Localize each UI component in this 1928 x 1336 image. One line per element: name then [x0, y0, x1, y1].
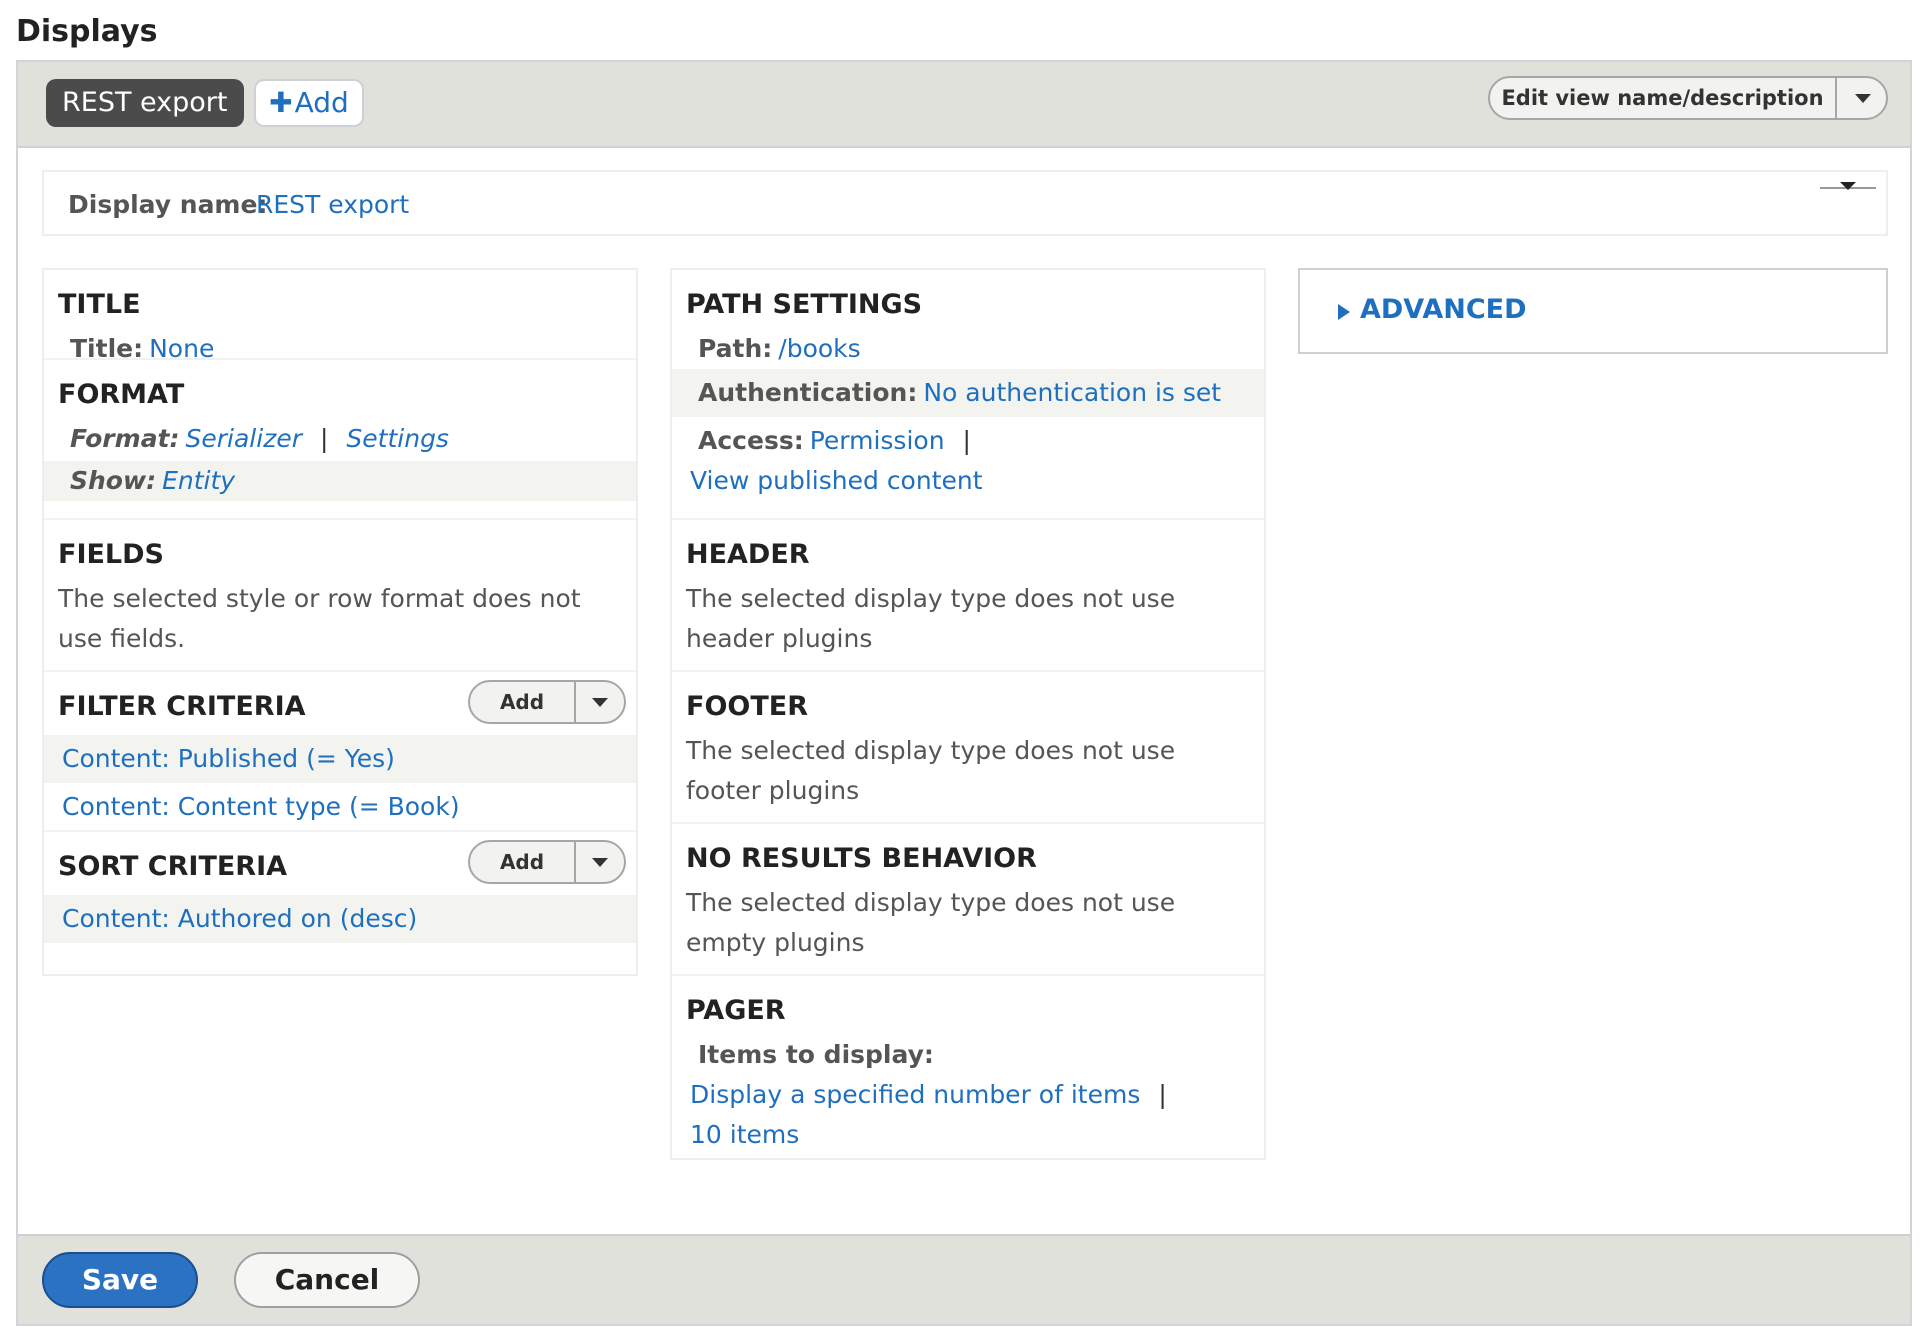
section-header: HEADER The selected display type does no…: [672, 520, 1264, 672]
section-filter-criteria: FILTER CRITERIA Add Content: Published (…: [44, 672, 636, 832]
footer-text: The selected display type does not use f…: [686, 736, 1176, 805]
section-title: TITLE Title: None: [44, 270, 636, 363]
filter-item[interactable]: Content: Published (= Yes): [44, 735, 636, 783]
show-label: Show:: [70, 466, 157, 495]
access-separator: |: [962, 426, 971, 455]
displays-frame: REST export ✚Add Edit view name/descript…: [16, 60, 1912, 1326]
title-value-link[interactable]: None: [149, 334, 214, 363]
dropbutton-divider: [1835, 78, 1837, 118]
add-display-button[interactable]: ✚Add: [254, 79, 364, 127]
show-entity-link[interactable]: Entity: [162, 466, 235, 495]
pager-count-row: 10 items: [672, 1115, 1264, 1155]
section-pager: PAGER Items to display: Display a specif…: [672, 976, 1264, 1162]
section-footer: FOOTER The selected display type does no…: [672, 672, 1264, 824]
access-extra-row: View published content: [672, 461, 1264, 501]
section-title-heading: TITLE: [58, 289, 141, 320]
title-label: Title:: [70, 334, 144, 363]
add-display-label: Add: [294, 86, 349, 119]
tab-rest-export[interactable]: REST export: [46, 79, 244, 127]
cancel-button[interactable]: Cancel: [234, 1252, 420, 1308]
edit-view-dropbutton: Edit view name/description: [1488, 76, 1888, 120]
filter-add-dropbutton: Add: [468, 680, 626, 724]
column-second: PATH SETTINGS Path:/books Authentication…: [670, 268, 1266, 1160]
pager-type-link[interactable]: Display a specified number of items: [690, 1080, 1140, 1109]
display-options-toggle[interactable]: [1820, 178, 1876, 198]
dropbutton-divider: [574, 842, 576, 882]
save-button[interactable]: Save: [42, 1252, 198, 1308]
dropbutton-divider: [574, 682, 576, 722]
section-fields: FIELDS The selected style or row format …: [44, 520, 636, 672]
section-pager-heading: PAGER: [686, 995, 786, 1026]
triangle-right-icon: [1338, 304, 1350, 320]
sort-add-button[interactable]: Add: [470, 842, 574, 882]
display-name-label: Display name:: [68, 190, 268, 219]
edit-view-name-button[interactable]: Edit view name/description: [1490, 78, 1835, 118]
filter-item[interactable]: Content: Content type (= Book): [44, 783, 636, 831]
chevron-down-icon[interactable]: [592, 858, 608, 867]
section-header-heading: HEADER: [686, 539, 810, 570]
auth-row: Authentication: No authentication is set: [672, 369, 1264, 417]
plus-icon: ✚: [269, 86, 293, 119]
path-label: Path:: [698, 334, 773, 363]
section-footer-heading: FOOTER: [686, 691, 809, 722]
fields-text: The selected style or row format does no…: [58, 584, 581, 653]
format-separator: |: [319, 424, 329, 453]
advanced-label: ADVANCED: [1360, 294, 1527, 325]
chevron-down-icon[interactable]: [592, 698, 608, 707]
section-no-results: NO RESULTS BEHAVIOR The selected display…: [672, 824, 1264, 976]
page-title: Displays: [16, 14, 158, 49]
no-results-text: The selected display type does not use e…: [686, 888, 1176, 957]
format-serializer-link[interactable]: Serializer: [186, 424, 302, 453]
advanced-details[interactable]: ADVANCED: [1298, 268, 1888, 354]
access-permission-link[interactable]: Permission: [810, 426, 945, 455]
pager-label: Items to display:: [698, 1040, 934, 1069]
pager-separator: |: [1158, 1080, 1167, 1109]
display-name-link[interactable]: REST export: [256, 190, 409, 219]
section-no-results-heading: NO RESULTS BEHAVIOR: [686, 843, 1037, 874]
sort-item[interactable]: Content: Authored on (desc): [44, 895, 636, 943]
filter-add-button[interactable]: Add: [470, 682, 574, 722]
chevron-down-icon[interactable]: [1855, 94, 1871, 103]
show-row: Show: Entity: [44, 461, 636, 501]
sort-add-dropbutton: Add: [468, 840, 626, 884]
chevron-down-icon: [1840, 182, 1856, 190]
auth-value-link[interactable]: No authentication is set: [923, 378, 1221, 407]
column-first: TITLE Title: None FORMAT Format: Serialize…: [42, 268, 638, 976]
path-value-link[interactable]: /books: [778, 334, 860, 363]
access-extra-link[interactable]: View published content: [690, 466, 983, 495]
section-format: FORMAT Format: Serializer | Settings Show: E…: [44, 360, 636, 520]
views-edit-page: Displays REST export ✚Add Edit view name…: [0, 0, 1928, 1336]
form-actions-bar: Save Cancel: [18, 1234, 1910, 1324]
pager-value-row: Display a specified number of items |: [672, 1075, 1264, 1115]
path-row: Path:/books: [672, 329, 1264, 369]
section-sort-criteria: SORT CRITERIA Add Content: Authored on (…: [44, 832, 636, 944]
header-text: The selected display type does not use h…: [686, 584, 1176, 653]
format-row: Format: Serializer | Settings: [44, 419, 636, 459]
format-label: Format:: [70, 424, 180, 453]
pager-label-row: Items to display:: [672, 1035, 1264, 1075]
section-fields-heading: FIELDS: [58, 539, 164, 570]
pager-count-link[interactable]: 10 items: [690, 1120, 799, 1149]
format-settings-link[interactable]: Settings: [346, 424, 449, 453]
display-tabs-bar: REST export ✚Add Edit view name/descript…: [18, 62, 1910, 148]
section-path-heading: PATH SETTINGS: [686, 289, 923, 320]
section-path-settings: PATH SETTINGS Path:/books Authentication…: [672, 270, 1264, 520]
access-label: Access:: [698, 426, 804, 455]
section-format-heading: FORMAT: [58, 379, 185, 410]
access-row: Access: Permission |: [672, 421, 1264, 461]
auth-label: Authentication:: [698, 378, 918, 407]
display-name-bar: Display name: REST export: [42, 170, 1888, 236]
